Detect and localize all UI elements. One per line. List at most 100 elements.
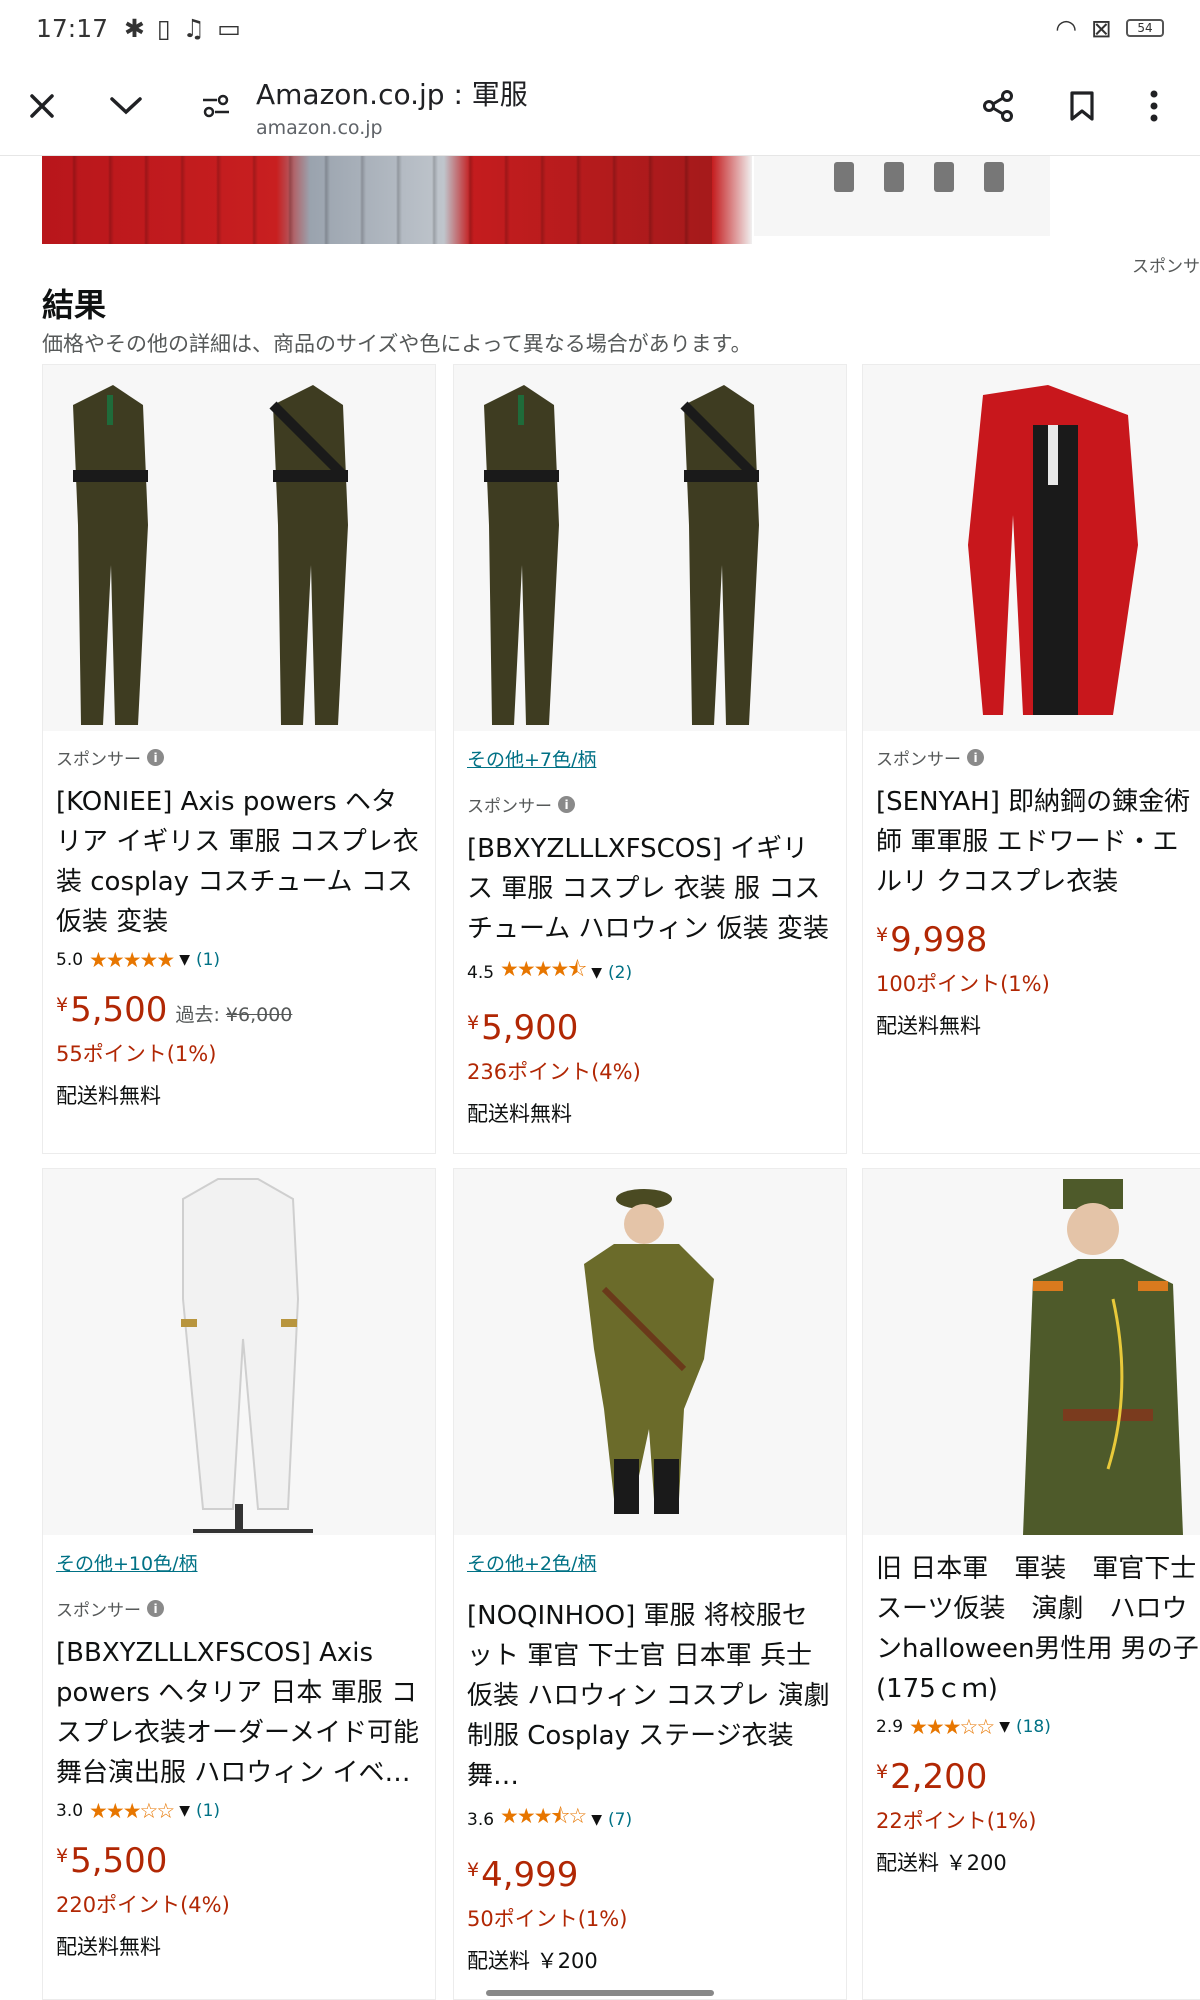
share-icon[interactable] bbox=[968, 76, 1028, 136]
product-card[interactable]: その他+10色/柄 スポンサー i [BBXYZLLLXFSCOS] Axis p… bbox=[42, 1168, 436, 2000]
browser-toolbar: Amazon.co.jp : 軍服 amazon.co.jp bbox=[0, 56, 1200, 156]
product-title[interactable]: [NOQINHOO] 軍服 将校服セット 軍官 下士官 日本軍 兵士 仮装 ハロ… bbox=[467, 1596, 833, 1796]
price: 4,999 bbox=[481, 1855, 579, 1895]
product-card[interactable]: 旧 日本軍 軍装 軍官下士 スーツ仮装 演劇 ハロウ ンhalloween男性用… bbox=[862, 1168, 1200, 2000]
product-card[interactable]: スポンサー i [KONIEE] Axis powers ヘタリア イギリス 軍服… bbox=[42, 364, 436, 1154]
banner-image bbox=[42, 156, 712, 244]
chevron-down-icon[interactable] bbox=[96, 76, 156, 136]
product-image[interactable] bbox=[43, 365, 435, 731]
page-title: Amazon.co.jp : 軍服 bbox=[256, 77, 528, 111]
chevron-down-icon[interactable]: ▼ bbox=[999, 1719, 1010, 1735]
review-count[interactable]: (1) bbox=[196, 950, 220, 970]
results-heading: 結果 bbox=[42, 286, 107, 324]
product-title[interactable]: [BBXYZLLLXFSCOS] Axis powers ヘタリア 日本 軍服 … bbox=[56, 1633, 422, 1793]
more-colors-link[interactable]: その他+2色/柄 bbox=[467, 1549, 833, 1576]
sponsored-tag: スポンサー i bbox=[56, 1596, 422, 1621]
price-row: ¥ 5,500 bbox=[56, 1841, 168, 1881]
rating-row[interactable]: 3.0 ★★★☆☆ ▼ (1) bbox=[56, 1799, 422, 1823]
more-options-icon[interactable] bbox=[1124, 76, 1184, 136]
bookmark-icon[interactable] bbox=[1052, 76, 1112, 136]
page-info-icon[interactable] bbox=[186, 76, 246, 136]
shipping: 配送料無料 bbox=[876, 1014, 981, 1038]
info-icon[interactable]: i bbox=[967, 749, 984, 766]
bluetooth-icon: ✱ bbox=[124, 13, 145, 43]
points: 236ポイント(4%) bbox=[467, 1060, 641, 1084]
review-count[interactable]: (7) bbox=[608, 1810, 632, 1830]
star-rating-icon: ★★★⯪☆ bbox=[500, 1804, 587, 1828]
info-icon[interactable]: i bbox=[147, 749, 164, 766]
review-count[interactable]: (2) bbox=[608, 963, 632, 983]
was-price: 過去: ¥6,000 bbox=[175, 1004, 293, 1026]
shipping: 配送料 ￥200 bbox=[876, 1851, 1007, 1875]
product-title[interactable]: 旧 日本軍 軍装 軍官下士 スーツ仮装 演劇 ハロウ ンhalloween男性用… bbox=[876, 1549, 1200, 1709]
rating-row[interactable]: 3.6 ★★★⯪☆ ▼ (7) bbox=[467, 1802, 833, 1837]
home-indicator[interactable] bbox=[486, 1990, 714, 1996]
shipping: 配送料無料 bbox=[56, 1084, 161, 1108]
rating-row[interactable]: 2.9 ★★★☆☆ ▼ (18) bbox=[876, 1715, 1187, 1739]
rating-value: 3.0 bbox=[56, 1801, 84, 1821]
status-time: 17:17 bbox=[36, 13, 109, 43]
rating-row[interactable]: 5.0 ★★★★★ ▼ (1) bbox=[56, 948, 422, 972]
more-colors-link[interactable]: その他+7色/柄 bbox=[467, 745, 833, 772]
product-image[interactable] bbox=[454, 365, 846, 731]
product-card[interactable]: スポンサー i [SENYAH] 即納鋼の錬金術師 軍軍服 エドワード・エルリ ク… bbox=[862, 364, 1200, 1154]
status-bar: 17:17 ✱ ▯ ♫ ▭ ◠ ⊠ 54 bbox=[0, 0, 1200, 56]
price-row: ¥ 9,998 bbox=[876, 920, 988, 960]
url-box[interactable]: Amazon.co.jp : 軍服 amazon.co.jp bbox=[256, 73, 528, 139]
info-icon[interactable]: i bbox=[147, 1600, 164, 1617]
sponsored-tag: スポンサー i bbox=[876, 745, 1187, 770]
chevron-down-icon[interactable]: ▼ bbox=[179, 952, 190, 968]
music-icon: ♫ bbox=[182, 13, 206, 43]
points: 22ポイント(1%) bbox=[876, 1809, 1037, 1833]
review-count[interactable]: (18) bbox=[1016, 1717, 1051, 1737]
product-image[interactable] bbox=[43, 1169, 435, 1535]
product-title[interactable]: [KONIEE] Axis powers ヘタリア イギリス 軍服 コスプレ衣装… bbox=[56, 782, 422, 942]
points: 55ポイント(1%) bbox=[56, 1042, 217, 1066]
close-icon[interactable] bbox=[12, 76, 72, 136]
sponsored-banner[interactable] bbox=[42, 156, 1200, 244]
star-rating-icon: ★★★☆☆ bbox=[909, 1715, 995, 1739]
rating-value: 5.0 bbox=[56, 950, 84, 970]
results-subtitle: 価格やその他の詳細は、商品のサイズや色によって異なる場合があります。 bbox=[42, 332, 752, 356]
page-domain: amazon.co.jp bbox=[256, 116, 383, 139]
product-image[interactable] bbox=[863, 1169, 1200, 1535]
sponsored-label: スポンサ bbox=[1132, 257, 1200, 277]
rating-row[interactable]: 4.5 ★★★★⯪ ▼ (2) bbox=[467, 955, 833, 990]
wifi-icon: ◠ bbox=[1055, 13, 1078, 43]
product-image[interactable] bbox=[863, 365, 1200, 731]
product-card[interactable]: その他+2色/柄 [NOQINHOO] 軍服 将校服セット 軍官 下士官 日本軍… bbox=[453, 1168, 847, 2000]
shipping: 配送料 ￥200 bbox=[467, 1949, 598, 1973]
more-colors-link[interactable]: その他+10色/柄 bbox=[56, 1549, 422, 1576]
points: 100ポイント(1%) bbox=[876, 972, 1050, 996]
star-rating-icon: ★★★☆☆ bbox=[89, 1799, 175, 1823]
review-count[interactable]: (1) bbox=[196, 1801, 220, 1821]
price: 9,998 bbox=[890, 920, 988, 960]
chevron-down-icon[interactable]: ▼ bbox=[591, 965, 602, 981]
product-card[interactable]: その他+7色/柄 スポンサー i [BBXYZLLLXFSCOS] イギリス 軍服… bbox=[453, 364, 847, 1154]
sponsored-tag: スポンサー i bbox=[56, 745, 422, 770]
price: 5,900 bbox=[481, 1008, 579, 1048]
points: 220ポイント(4%) bbox=[56, 1893, 230, 1917]
star-rating-icon: ★★★★⯪ bbox=[500, 957, 587, 981]
chevron-down-icon[interactable]: ▼ bbox=[179, 1803, 190, 1819]
page-content: スポンサ 結果 価格やその他の詳細は、商品のサイズや色によって異なる場合がありま… bbox=[0, 156, 1200, 2000]
star-rating-icon: ★★★★★ bbox=[89, 948, 175, 972]
battery-icon: 54 bbox=[1126, 19, 1164, 37]
info-icon[interactable]: i bbox=[558, 796, 575, 813]
price: 5,500 bbox=[70, 1841, 168, 1881]
shipping: 配送料無料 bbox=[467, 1102, 572, 1126]
rating-value: 2.9 bbox=[876, 1717, 904, 1737]
product-title[interactable]: [BBXYZLLLXFSCOS] イギリス 軍服 コスプレ 衣装 服 コスチュー… bbox=[467, 829, 833, 949]
price: 5,500 bbox=[70, 990, 168, 1030]
price-row: ¥ 5,500 過去: ¥6,000 bbox=[56, 990, 293, 1030]
price-row: ¥ 4,999 bbox=[467, 1855, 579, 1895]
price-row: ¥ 5,900 bbox=[467, 1008, 579, 1048]
price: 2,200 bbox=[890, 1757, 988, 1797]
no-sim-icon: ⊠ bbox=[1091, 13, 1112, 43]
price-row: ¥ 2,200 bbox=[876, 1757, 988, 1797]
screen-cast-icon: ▭ bbox=[217, 13, 241, 43]
chevron-down-icon[interactable]: ▼ bbox=[591, 1812, 602, 1828]
shipping: 配送料無料 bbox=[56, 1935, 161, 1959]
product-title[interactable]: [SENYAH] 即納鋼の錬金術師 軍軍服 エドワード・エルリ クコスプレ衣装C… bbox=[876, 782, 1200, 902]
product-image[interactable] bbox=[454, 1169, 846, 1535]
